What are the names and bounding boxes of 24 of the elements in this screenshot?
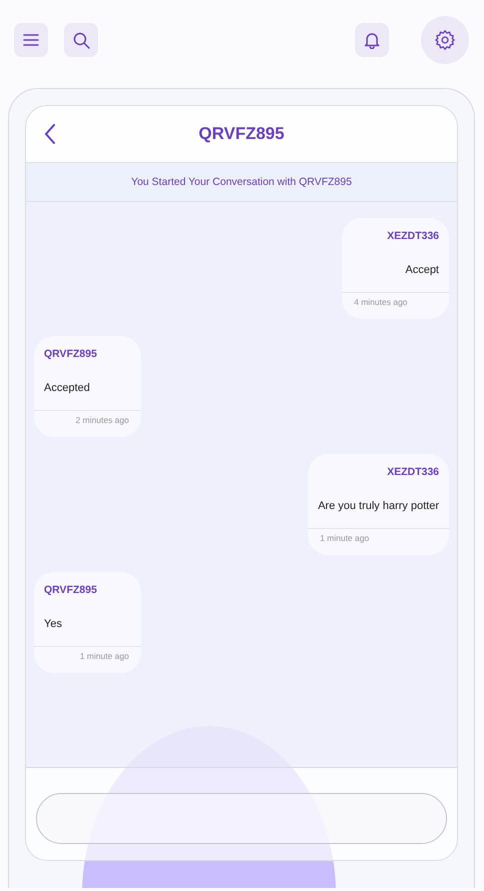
search-button[interactable] — [64, 23, 98, 57]
message-input[interactable] — [36, 793, 447, 844]
message-text: Are you truly harry potter — [318, 500, 439, 512]
menu-icon — [23, 34, 39, 46]
search-icon — [72, 32, 90, 48]
chat-title: QRVFZ895 — [198, 124, 284, 143]
sender-name: XEZDT336 — [387, 230, 439, 242]
back-icon — [44, 124, 56, 144]
message-time: 1 minute ago — [320, 533, 370, 543]
message-text: Accept — [405, 264, 439, 276]
sender-name: QRVFZ895 — [44, 348, 97, 360]
bell-icon — [364, 31, 380, 49]
sender-name: XEZDT336 — [387, 466, 439, 478]
message-text: Accepted — [44, 382, 90, 394]
conversation-notice: You Started Your Conversation with QRVFZ895 — [131, 176, 352, 188]
settings-button[interactable] — [421, 16, 469, 64]
settings-icon — [434, 29, 456, 51]
message-text: Yes — [44, 618, 62, 630]
message-time: 4 minutes ago — [354, 297, 408, 307]
menu-button[interactable] — [14, 23, 48, 57]
message-time: 1 minute ago — [80, 651, 129, 661]
sender-name: QRVFZ895 — [44, 584, 97, 596]
notifications-button[interactable] — [355, 23, 389, 57]
message-time: 2 minutes ago — [76, 415, 129, 425]
